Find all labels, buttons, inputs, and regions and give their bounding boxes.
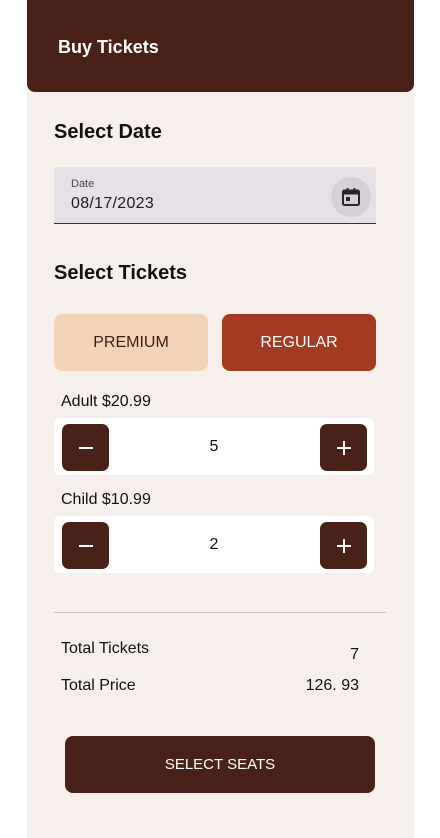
tab-premium[interactable]: PREMIUM (54, 314, 208, 371)
adult-increment-button[interactable] (320, 424, 367, 471)
date-field[interactable]: Date 08/17/2023 (54, 167, 376, 224)
select-tickets-heading: Select Tickets (54, 262, 188, 284)
page-title: Buy Tickets (58, 37, 159, 57)
child-count: 2 (209, 536, 219, 553)
calendar-icon (342, 188, 360, 206)
select-date-heading: Select Date (54, 121, 162, 143)
adult-ticket-label: Adult $20.99 (61, 393, 151, 410)
total-price-value: 126. 93 (305, 677, 359, 694)
minus-icon (78, 544, 93, 547)
minus-icon (78, 446, 93, 449)
adult-decrement-button[interactable] (62, 424, 109, 471)
divider (54, 612, 386, 613)
total-tickets-label: Total Tickets (61, 640, 150, 657)
child-decrement-button[interactable] (62, 522, 109, 569)
plus-icon (336, 440, 351, 455)
adult-quantity-stepper: 5 (54, 418, 374, 475)
date-field-value[interactable]: 08/17/2023 (71, 195, 154, 213)
total-price-label: Total Price (61, 677, 136, 694)
calendar-button[interactable] (331, 177, 371, 217)
adult-count: 5 (209, 438, 219, 455)
screen: Buy Tickets Select Date Date 08/17/2023 … (27, 0, 414, 838)
select-seats-button[interactable]: SELECT SEATS (65, 736, 375, 793)
plus-icon (336, 538, 351, 553)
child-increment-button[interactable] (320, 522, 367, 569)
child-quantity-stepper: 2 (54, 516, 374, 573)
total-tickets-value: 7 (350, 646, 359, 663)
tab-regular[interactable]: REGULAR (222, 314, 376, 371)
app-bar: Buy Tickets (27, 0, 414, 92)
date-field-label: Date (71, 178, 95, 190)
child-ticket-label: Child $10.99 (61, 491, 151, 508)
